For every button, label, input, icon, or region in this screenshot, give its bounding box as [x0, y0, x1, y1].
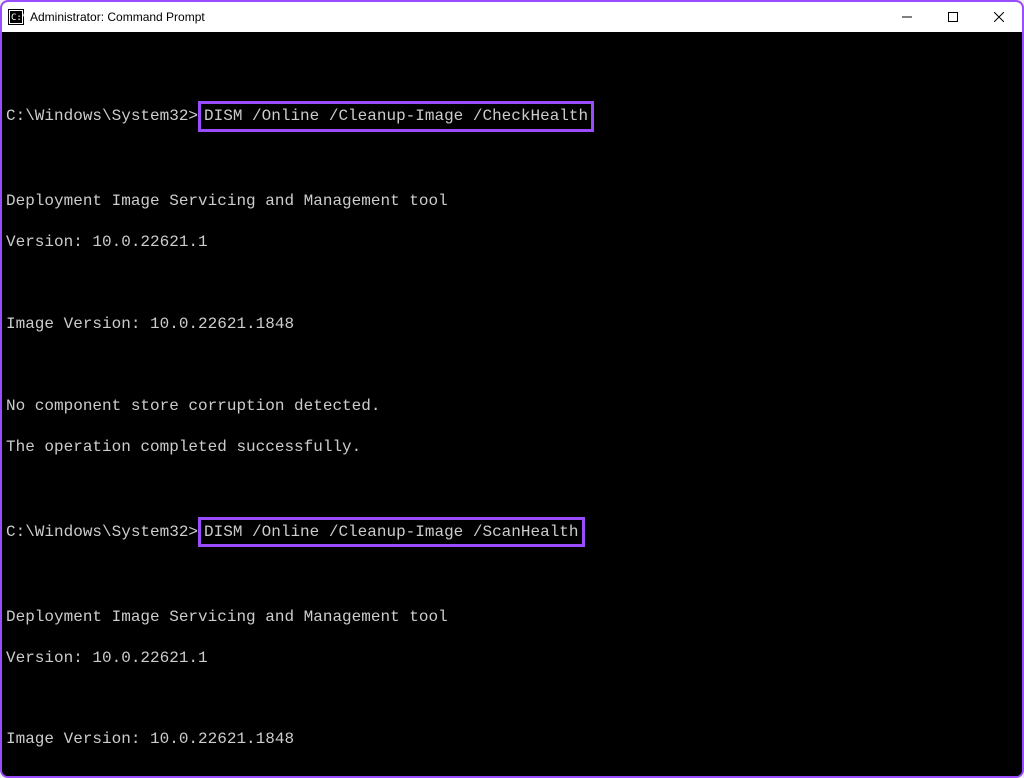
minimize-button[interactable] — [884, 2, 930, 32]
output-line: Deployment Image Servicing and Managemen… — [6, 191, 1018, 211]
titlebar[interactable]: C:\ Administrator: Command Prompt — [2, 2, 1022, 32]
command-1-highlight: DISM /Online /Cleanup-Image /CheckHealth — [198, 101, 594, 131]
output-line: The operation completed successfully. — [6, 437, 1018, 457]
prompt-path: C:\Windows\System32> — [6, 523, 198, 541]
close-button[interactable] — [976, 2, 1022, 32]
output-line: Version: 10.0.22621.1 — [6, 232, 1018, 252]
output-line: Deployment Image Servicing and Managemen… — [6, 607, 1018, 627]
window-title: Administrator: Command Prompt — [30, 10, 205, 24]
output-line: Image Version: 10.0.22621.1848 — [6, 314, 1018, 334]
cmd-icon: C:\ — [8, 9, 24, 25]
terminal-output[interactable]: C:\Windows\System32>DISM /Online /Cleanu… — [2, 32, 1022, 776]
window-controls — [884, 2, 1022, 32]
output-line: No component store corruption detected. — [6, 396, 1018, 416]
prompt-path: C:\Windows\System32> — [6, 107, 198, 125]
output-line: Version: 10.0.22621.1 — [6, 648, 1018, 668]
svg-text:C:\: C:\ — [11, 13, 24, 23]
maximize-button[interactable] — [930, 2, 976, 32]
output-line: Image Version: 10.0.22621.1848 — [6, 729, 1018, 749]
command-prompt-window: C:\ Administrator: Command Prompt C:\Win… — [0, 0, 1024, 778]
command-2-highlight: DISM /Online /Cleanup-Image /ScanHealth — [198, 517, 584, 547]
